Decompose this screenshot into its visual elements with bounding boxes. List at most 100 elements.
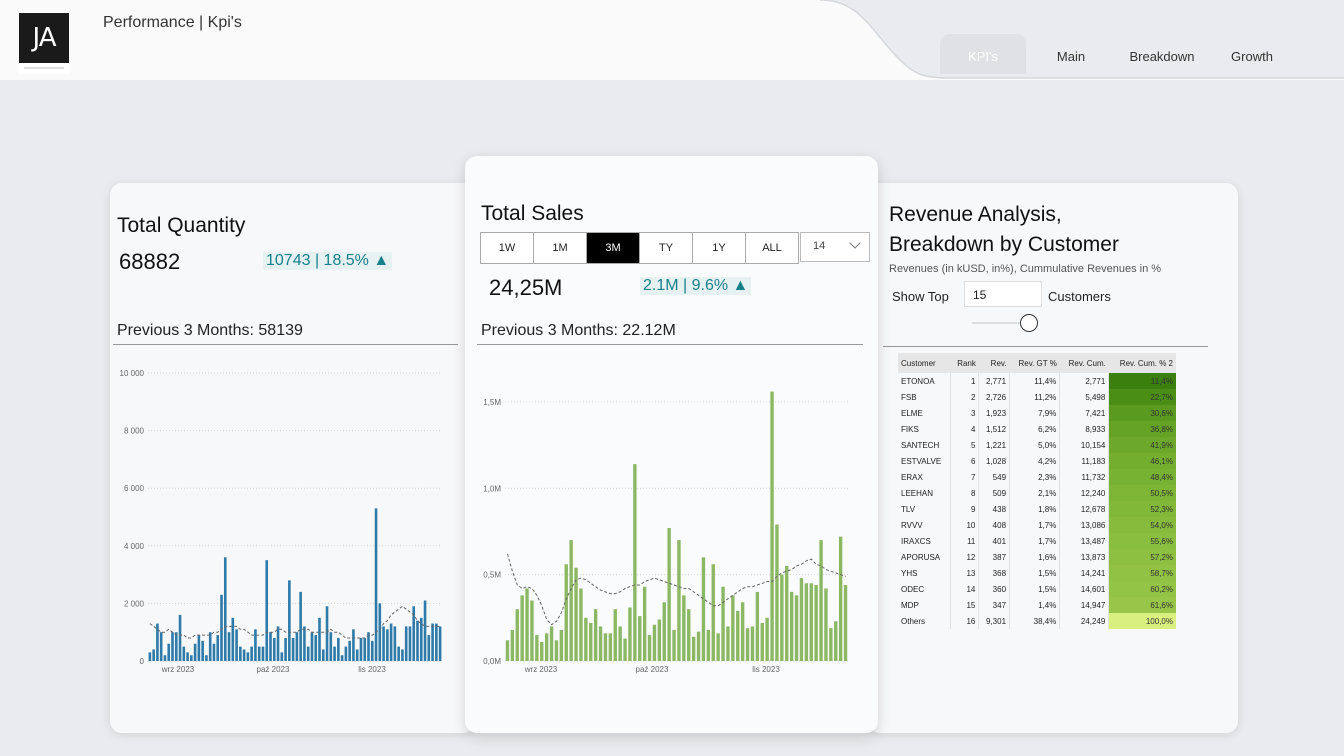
bar[interactable]: [438, 626, 442, 661]
bar[interactable]: [337, 637, 340, 661]
bar[interactable]: [435, 623, 438, 661]
table-row[interactable]: ETONOA 1 2,771 11,4% 2,771 11,4%: [898, 373, 1176, 389]
bar[interactable]: [584, 617, 588, 661]
col-rev-cum[interactable]: Rev. Cum.: [1059, 353, 1109, 373]
bar[interactable]: [355, 649, 359, 661]
bar[interactable]: [628, 607, 632, 661]
col-rev-cum-pct[interactable]: Rev. Cum. % 2: [1108, 353, 1176, 373]
bar[interactable]: [691, 636, 696, 661]
bar[interactable]: [760, 623, 764, 661]
bar[interactable]: [291, 637, 295, 661]
bar[interactable]: [408, 626, 412, 661]
bar[interactable]: [726, 626, 730, 661]
col-customer[interactable]: Customer: [898, 353, 951, 373]
bar[interactable]: [404, 626, 408, 661]
table-row[interactable]: IRAXCS 11 401 1,7% 13,487 55,6%: [898, 533, 1176, 549]
bar[interactable]: [382, 626, 385, 661]
bar[interactable]: [427, 635, 431, 661]
bar[interactable]: [401, 649, 404, 661]
bar[interactable]: [804, 583, 809, 661]
bar[interactable]: [633, 464, 637, 661]
bar[interactable]: [608, 633, 613, 661]
bar[interactable]: [186, 652, 189, 661]
bar[interactable]: [250, 646, 253, 661]
table-row[interactable]: YHS 13 368 1,5% 14,241 58,7%: [898, 565, 1176, 581]
table-row[interactable]: Others 16 9,301 38,4% 24,249 100,0%: [898, 613, 1176, 629]
bar[interactable]: [731, 595, 735, 661]
bar[interactable]: [549, 626, 554, 661]
bar[interactable]: [711, 564, 715, 661]
bar[interactable]: [295, 632, 299, 661]
table-row[interactable]: ELME 3 1,923 7,9% 7,421 30,6%: [898, 405, 1176, 421]
bar[interactable]: [794, 595, 799, 661]
bar[interactable]: [159, 632, 163, 661]
bar[interactable]: [174, 632, 178, 661]
bar[interactable]: [603, 633, 608, 661]
bar[interactable]: [838, 536, 843, 661]
bar[interactable]: [333, 646, 336, 661]
col-rev[interactable]: Rev.: [978, 353, 1010, 373]
bar[interactable]: [515, 609, 519, 661]
bar[interactable]: [280, 652, 284, 661]
bar[interactable]: [775, 524, 779, 661]
bar[interactable]: [706, 629, 711, 661]
bar[interactable]: [416, 620, 419, 661]
bar[interactable]: [152, 649, 155, 661]
bar[interactable]: [819, 540, 823, 661]
bar[interactable]: [208, 632, 212, 661]
bar[interactable]: [657, 619, 662, 661]
bar[interactable]: [525, 588, 529, 661]
bar[interactable]: [569, 540, 573, 661]
bar[interactable]: [216, 635, 220, 661]
bar[interactable]: [318, 617, 321, 661]
table-row[interactable]: MDP 15 347 1,4% 14,947 61,6%: [898, 597, 1176, 613]
bar[interactable]: [197, 635, 201, 661]
period-1m-button[interactable]: 1M: [534, 233, 587, 263]
bar[interactable]: [554, 640, 559, 661]
bar[interactable]: [359, 637, 363, 661]
table-row[interactable]: TLV 9 438 1,8% 12,678 52,3%: [898, 501, 1176, 517]
bar[interactable]: [284, 637, 287, 661]
bar[interactable]: [193, 643, 197, 661]
bar[interactable]: [809, 583, 813, 661]
bar[interactable]: [352, 629, 355, 661]
bar[interactable]: [374, 508, 378, 661]
bar[interactable]: [276, 626, 280, 661]
bar[interactable]: [306, 646, 310, 661]
bar[interactable]: [755, 591, 760, 661]
bar[interactable]: [579, 588, 583, 661]
bar[interactable]: [397, 646, 400, 661]
bar[interactable]: [505, 640, 510, 661]
bar[interactable]: [299, 591, 302, 661]
bar[interactable]: [254, 629, 257, 661]
bar[interactable]: [201, 640, 204, 661]
bar[interactable]: [770, 391, 774, 661]
bar[interactable]: [789, 591, 794, 661]
bar[interactable]: [716, 633, 720, 661]
bar[interactable]: [765, 617, 769, 661]
slider-handle[interactable]: [1019, 314, 1038, 332]
bar[interactable]: [393, 626, 397, 661]
bar[interactable]: [386, 629, 389, 661]
bar[interactable]: [261, 646, 265, 661]
bar[interactable]: [677, 540, 681, 661]
bar[interactable]: [530, 600, 534, 661]
bar[interactable]: [431, 623, 434, 661]
bar[interactable]: [745, 628, 750, 661]
bar[interactable]: [367, 632, 370, 661]
bar[interactable]: [325, 606, 329, 661]
tab-breakdown[interactable]: Breakdown: [1116, 34, 1208, 74]
bar[interactable]: [721, 586, 725, 661]
bar[interactable]: [638, 616, 642, 661]
bar[interactable]: [642, 586, 647, 661]
bar[interactable]: [618, 626, 622, 661]
bar[interactable]: [389, 623, 393, 661]
bar[interactable]: [814, 585, 818, 661]
bar[interactable]: [593, 609, 598, 661]
period-all-button[interactable]: ALL: [746, 233, 798, 263]
table-row[interactable]: ESTVALVE 6 1,028 4,2% 11,183 46,1%: [898, 453, 1176, 469]
table-row[interactable]: SANTECH 5 1,221 5,0% 10,154 41,9%: [898, 437, 1176, 453]
table-row[interactable]: ODEC 14 360 1,5% 14,601 60,2%: [898, 581, 1176, 597]
bar[interactable]: [344, 646, 348, 661]
period-ty-button[interactable]: TY: [640, 233, 693, 263]
